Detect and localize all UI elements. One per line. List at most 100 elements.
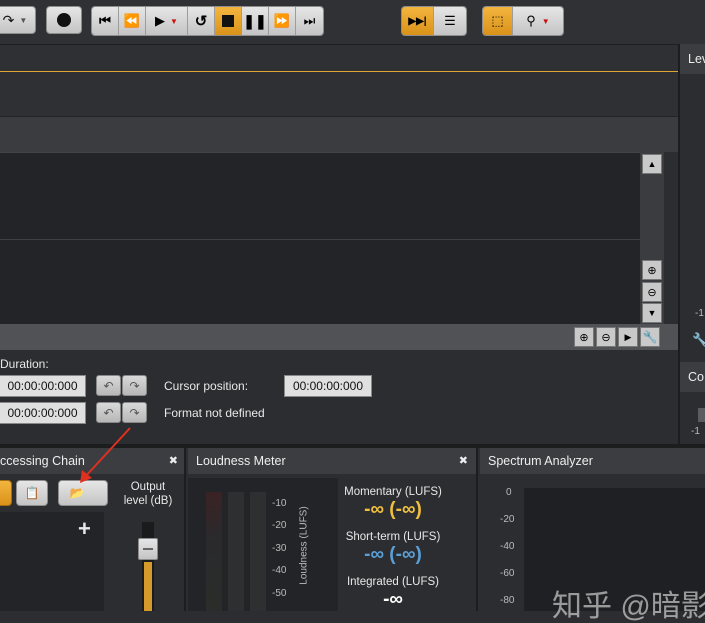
- loop-button[interactable]: ↺: [188, 7, 215, 35]
- settings-wrench-button[interactable]: 🔧: [640, 327, 660, 347]
- wrench-icon: 🔧: [642, 330, 658, 344]
- duration-field[interactable]: 00:00:00:000: [0, 375, 86, 397]
- pause-icon: ❚❚: [243, 12, 267, 29]
- vertical-zoom-out-button[interactable]: ⊖: [642, 282, 662, 302]
- loudness-tick: -20: [272, 520, 287, 531]
- chain-list[interactable]: +: [0, 512, 104, 611]
- annotation-arrow: [80, 427, 131, 483]
- level-meter-title: Lev: [680, 44, 705, 74]
- undo-icon: ↶: [103, 378, 114, 393]
- skip-back-icon: ⏮: [99, 13, 111, 28]
- redo-icon: ↷: [129, 378, 140, 393]
- integrated-label: Integrated (LUFS): [346, 576, 440, 588]
- loudness-tick: -30: [272, 543, 287, 554]
- play-button[interactable]: ▶ ▼: [146, 7, 188, 35]
- fast-forward-button[interactable]: ⏩: [269, 7, 296, 35]
- watermark: 知乎 @暗影: [552, 590, 705, 623]
- record-icon: [57, 13, 71, 27]
- loudness-tick: -10: [272, 498, 287, 509]
- record-button[interactable]: [46, 6, 82, 34]
- loudness-meter-title: Loudness Meter: [196, 454, 286, 468]
- go-to-end-button[interactable]: ⏭: [296, 7, 323, 35]
- correlation-tick: -1: [691, 426, 700, 437]
- dropdown-arrow-icon: ▼: [170, 16, 178, 26]
- down-arrow-icon: ▼: [647, 308, 657, 318]
- output-level-label-line2: level (dB): [123, 495, 173, 507]
- chain-power-button[interactable]: [0, 480, 12, 506]
- track-separator: [0, 116, 678, 152]
- horizontal-zoom-out-button[interactable]: ⊖: [596, 327, 616, 347]
- output-level-slider-track[interactable]: [142, 522, 154, 611]
- scroll-mode-group: ▶▶| ☰: [401, 6, 467, 36]
- integrated-bar: [250, 492, 266, 611]
- redo-button[interactable]: ↷: [122, 375, 147, 396]
- momentary-value: -∞ (-∞): [364, 499, 422, 520]
- zoom-tool-button[interactable]: ⚲ ▼: [513, 7, 563, 35]
- spectrum-analyzer-title: Spectrum Analyzer: [488, 454, 593, 468]
- right-arrow-icon: ▶: [624, 331, 632, 342]
- rewind-button[interactable]: ⏪: [119, 7, 146, 35]
- tools-group: ⬚ ⚲ ▼: [482, 6, 564, 36]
- layers-icon: ☰: [444, 13, 456, 28]
- go-to-start-button[interactable]: ⏮: [92, 7, 119, 35]
- loudness-tick: -40: [272, 565, 287, 576]
- cursor-position-field[interactable]: 00:00:00:000: [284, 375, 372, 397]
- output-level-fill: [144, 562, 152, 611]
- redo-dropdown-button[interactable]: ↷ ▼: [0, 6, 36, 34]
- level-meter-panel: Lev -1 🔧: [678, 44, 705, 360]
- output-level-slider-handle[interactable]: [138, 538, 158, 560]
- loudness-axis-label: Loudness (LUFS): [298, 506, 310, 585]
- fast-forward-icon: ⏩: [273, 13, 291, 28]
- redo-icon: ↷: [2, 11, 15, 28]
- auto-scroll-button[interactable]: ▶▶|: [402, 7, 434, 35]
- spectrum-tick: -80: [500, 595, 515, 606]
- magnifier-icon: ⚲: [526, 13, 536, 28]
- vertical-zoom-in-button[interactable]: ⊕: [642, 260, 662, 280]
- wrench-icon[interactable]: 🔧: [692, 332, 705, 348]
- close-icon[interactable]: ✖: [169, 454, 178, 467]
- cursor-select-icon: ⬚: [491, 13, 504, 28]
- correlation-panel: Co -1: [678, 360, 705, 444]
- close-icon[interactable]: ✖: [459, 454, 468, 467]
- scroll-right-button[interactable]: ▶: [618, 327, 638, 347]
- spectrum-analyzer-panel: Spectrum Analyzer 0 -20 -40 -60 -80: [480, 448, 705, 611]
- momentary-bar: [206, 492, 222, 611]
- clipboard-icon: 📋: [24, 486, 40, 500]
- zoom-in-icon: ⊕: [579, 331, 589, 344]
- handle-grip-icon: [143, 548, 153, 550]
- correlation-title: Co: [680, 362, 705, 392]
- spectrum-tick: 0: [506, 487, 512, 498]
- format-status: Format not defined: [164, 406, 265, 420]
- horizontal-scrollbar[interactable]: ⊕ ⊖ ▶ 🔧: [0, 324, 678, 350]
- horizontal-zoom-in-button[interactable]: ⊕: [574, 327, 594, 347]
- undo-icon: ↶: [103, 405, 114, 420]
- spectrum-tick: -40: [500, 541, 515, 552]
- waveform-area[interactable]: [0, 152, 640, 324]
- cursor-position-label: Cursor position:: [164, 379, 249, 393]
- paste-button[interactable]: 📋: [16, 480, 48, 506]
- scroll-down-button[interactable]: ▼: [642, 303, 662, 323]
- main-toolbar: ↷ ▼ ⏮ ⏪ ▶ ▼ ↺ ❚❚ ⏩ ⏭ ▶▶| ☰ ⬚ ⚲ ▼: [0, 0, 705, 44]
- waveform-view-button[interactable]: ☰: [434, 7, 466, 35]
- up-arrow-icon: ▲: [647, 159, 657, 169]
- dropdown-arrow-icon: ▼: [19, 15, 28, 25]
- loudness-meter-panel: Loudness Meter ✖ -10 -20 -30 -40 -50 Lou…: [188, 448, 478, 611]
- playhead-line: [0, 71, 678, 72]
- pause-button[interactable]: ❚❚: [242, 7, 269, 35]
- stop-button[interactable]: [215, 7, 242, 35]
- rewind-icon: ⏪: [123, 13, 141, 28]
- undo-button[interactable]: ↶: [96, 375, 121, 396]
- spectrum-tick: -20: [500, 514, 515, 525]
- vertical-scrollbar[interactable]: ▲ ⊕ ⊖ ▼: [640, 152, 664, 324]
- spectrum-tick: -60: [500, 568, 515, 579]
- stop-icon: [222, 15, 234, 27]
- channel-divider: [0, 239, 640, 240]
- scroll-arrows-icon: ▶▶|: [408, 15, 427, 27]
- select-tool-button[interactable]: ⬚: [483, 7, 513, 35]
- shortterm-value: -∞ (-∞): [364, 544, 422, 565]
- correlation-bar: [698, 408, 705, 422]
- spectrum-analyzer-header: Spectrum Analyzer: [480, 448, 705, 474]
- loop-icon: ↺: [194, 13, 208, 30]
- add-effect-button[interactable]: +: [78, 516, 91, 542]
- scroll-up-button[interactable]: ▲: [642, 154, 662, 174]
